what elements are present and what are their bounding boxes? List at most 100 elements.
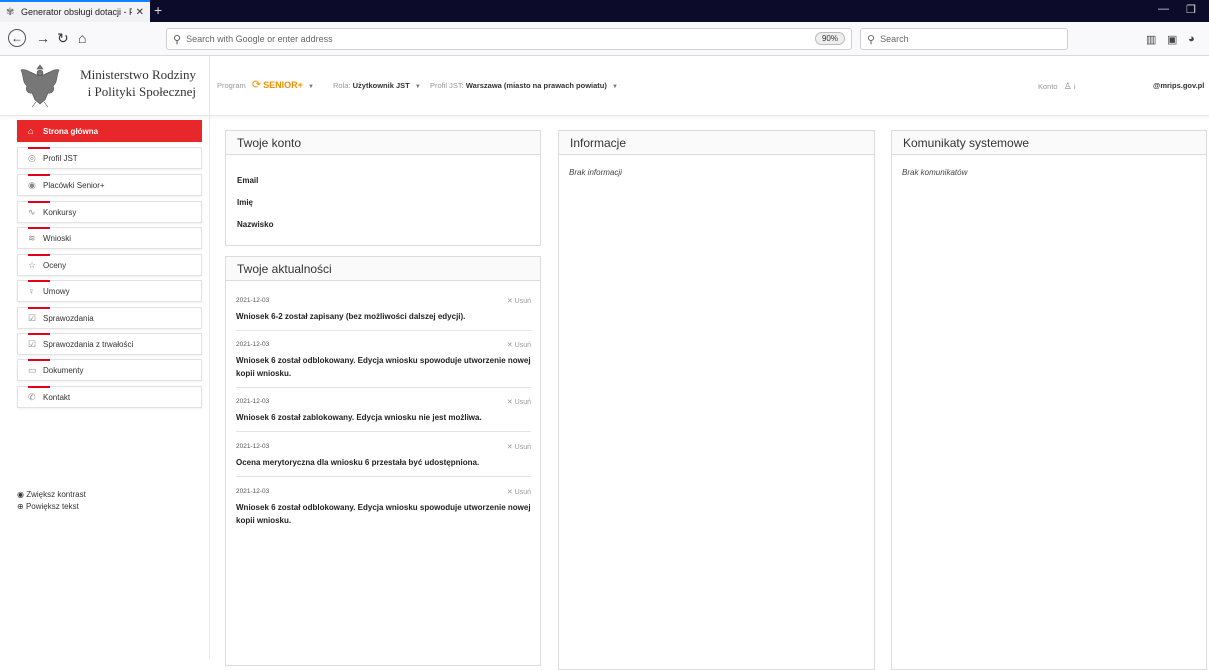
- remove-label: Usuń: [514, 342, 531, 349]
- address-placeholder: Search with Google or enter address: [186, 34, 333, 44]
- remove-news-button[interactable]: ✕ Usuń: [507, 488, 531, 496]
- sidebar-item-applications[interactable]: ≋ Wnioski: [17, 227, 202, 249]
- news-text: Ocena merytoryczna dla wniosku 6 przesta…: [236, 458, 480, 467]
- search-icon: ⚲: [173, 33, 182, 46]
- minimize-icon[interactable]: —: [1158, 3, 1169, 15]
- header-divider: [209, 56, 210, 116]
- sidebar-item-label: Sprawozdania z trwałości: [43, 339, 134, 349]
- contrast-label: Zwiększ kontrast: [26, 490, 86, 499]
- checkbox-icon: ☑: [28, 338, 37, 349]
- remove-label: Usuń: [514, 444, 531, 451]
- restore-icon[interactable]: ❐: [1186, 3, 1196, 16]
- news-date: 2021-12-03: [236, 297, 270, 304]
- globe-icon: ◎: [28, 152, 36, 163]
- library-icon[interactable]: ▥: [1146, 33, 1156, 46]
- sidebar-item-contracts[interactable]: ♀ Umowy: [17, 280, 202, 302]
- sidebar-item-reports[interactable]: ☑ Sprawozdania: [17, 307, 202, 329]
- sidebar-item-home[interactable]: ⌂ Strona główna: [17, 120, 202, 142]
- award-icon: ♀: [28, 286, 35, 296]
- news-text: Wniosek 6-2 został zapisany (bez możliwo…: [236, 312, 466, 321]
- news-text: Wniosek 6 został odblokowany. Edycja wni…: [236, 503, 531, 525]
- chevron-down-icon: ▼: [611, 84, 618, 90]
- profile-label: Profil JST:: [430, 81, 464, 90]
- sidebar-item-label: Konkursy: [43, 207, 77, 217]
- eagle-emblem-icon: [20, 64, 60, 108]
- sidebar: ⌂ Strona główna ◎ Profil JST ◉ Placówki …: [0, 116, 210, 659]
- news-item: 2021-12-03 ✕ Usuń Wniosek 6 został odblo…: [236, 488, 531, 535]
- checkbox-icon: ☑: [28, 312, 37, 323]
- eagle-favicon-icon: ✾: [6, 6, 15, 18]
- sidebar-item-documents[interactable]: ▭ Dokumenty: [17, 359, 202, 381]
- app-header: Ministerstwo Rodziny i Polityki Społeczn…: [0, 56, 1209, 116]
- account-panel: Twoje konto Email Imię Nazwisko: [225, 130, 541, 246]
- sidebar-item-durability-reports[interactable]: ☑ Sprawozdania z trwałości: [17, 333, 202, 355]
- system-messages-panel: Komunikaty systemowe Brak komunikatów: [891, 130, 1207, 670]
- info-empty-text: Brak informacji: [569, 168, 622, 177]
- news-date: 2021-12-03: [236, 488, 270, 495]
- sidebar-item-competitions[interactable]: ∿ Konkursy: [17, 201, 202, 223]
- zoom-in-icon: ⊕: [17, 502, 24, 511]
- first-name-field-label: Imię: [237, 198, 254, 207]
- home-icon[interactable]: ⌂: [78, 30, 86, 46]
- sidebar-item-contact[interactable]: ✆ Kontakt: [17, 386, 202, 408]
- email-field-label: Email: [237, 176, 259, 185]
- sidebar-item-ratings[interactable]: ☆ Oceny: [17, 254, 202, 276]
- role-selector[interactable]: Rola: Użytkownik JST ▼: [333, 81, 421, 90]
- reload-icon[interactable]: ↻: [57, 30, 69, 47]
- search-icon: ⚲: [867, 33, 876, 46]
- chevron-down-icon: ▼: [414, 84, 421, 90]
- new-tab-button[interactable]: +: [154, 2, 162, 18]
- remove-news-button[interactable]: ✕ Usuń: [507, 341, 531, 349]
- ministry-line-2: i Polityki Społecznej: [87, 84, 196, 99]
- tab-title: Generator obsługi dotacji - Pa: [21, 7, 132, 17]
- user-email: @mrips.gov.pl: [1153, 81, 1205, 90]
- program-value: SENIOR+: [263, 80, 303, 90]
- news-panel-title: Twoje aktualności: [226, 257, 540, 281]
- news-item: 2021-12-03 ✕ Usuń Wniosek 6-2 został zap…: [236, 297, 531, 331]
- activity-icon: ∿: [28, 206, 36, 217]
- contrast-toggle[interactable]: ◉ Zwiększ kontrast: [17, 490, 86, 499]
- remove-news-button[interactable]: ✕ Usuń: [507, 297, 531, 305]
- folder-icon: ▭: [28, 364, 37, 375]
- address-bar[interactable]: ⚲ Search with Google or enter address 90…: [166, 28, 852, 50]
- profile-selector[interactable]: Profil JST: Warszawa (miasto na prawach …: [430, 81, 618, 90]
- remove-label: Usuń: [514, 489, 531, 496]
- forward-icon[interactable]: →: [36, 30, 50, 46]
- remove-news-button[interactable]: ✕ Usuń: [507, 398, 531, 406]
- zoom-badge[interactable]: 90%: [814, 32, 845, 45]
- account-menu[interactable]: Konto ♙ i: [1038, 81, 1076, 92]
- account-panel-title: Twoje konto: [226, 131, 540, 155]
- browser-tab[interactable]: ✾ Generator obsługi dotacji - Pa ✕: [0, 0, 150, 22]
- info-panel-title: Informacje: [559, 131, 874, 155]
- close-tab-icon[interactable]: ✕: [136, 7, 144, 18]
- text-size-label: Powiększ tekst: [25, 502, 79, 511]
- sidebar-item-profile[interactable]: ◎ Profil JST: [17, 147, 202, 169]
- account-value: i: [1073, 82, 1076, 91]
- text-size-toggle[interactable]: ⊕ Powiększ tekst: [17, 502, 79, 511]
- browser-navbar: ← → ↻ ⌂ ⚲ Search with Google or enter ad…: [0, 22, 1209, 56]
- layers-icon: ≋: [28, 232, 36, 243]
- phone-icon: ✆: [28, 391, 36, 402]
- role-label: Rola:: [333, 81, 351, 90]
- account-icon[interactable]: ◕: [1188, 33, 1195, 45]
- reader-view-icon[interactable]: ▣: [1167, 33, 1177, 46]
- back-icon[interactable]: ←: [8, 29, 26, 47]
- sidebar-item-label: Umowy: [43, 286, 70, 296]
- search-bar[interactable]: ⚲ Search: [860, 28, 1068, 50]
- sidebar-item-label: Placówki Senior+: [43, 180, 105, 190]
- news-item: 2021-12-03 ✕ Usuń Wniosek 6 został zablo…: [236, 398, 531, 432]
- remove-news-button[interactable]: ✕ Usuń: [507, 443, 531, 451]
- role-value: Użytkownik JST: [352, 81, 410, 90]
- program-selector[interactable]: Program ⟳ SENIOR+ ▼: [217, 78, 314, 91]
- system-messages-empty-text: Brak komunikatów: [902, 168, 968, 177]
- sidebar-item-label: Oceny: [43, 260, 67, 270]
- remove-label: Usuń: [514, 298, 531, 305]
- sidebar-item-facilities[interactable]: ◉ Placówki Senior+: [17, 174, 202, 196]
- ministry-line-1: Ministerstwo Rodziny: [80, 67, 196, 82]
- user-icon: ♙: [1063, 81, 1072, 91]
- browser-tabbar: ✾ Generator obsługi dotacji - Pa ✕ + — ❐: [0, 0, 1209, 22]
- last-name-field-label: Nazwisko: [237, 220, 274, 229]
- sidebar-item-label: Sprawozdania: [43, 313, 94, 323]
- sidebar-item-label: Strona główna: [43, 126, 99, 136]
- eye-icon: ◉: [17, 490, 24, 499]
